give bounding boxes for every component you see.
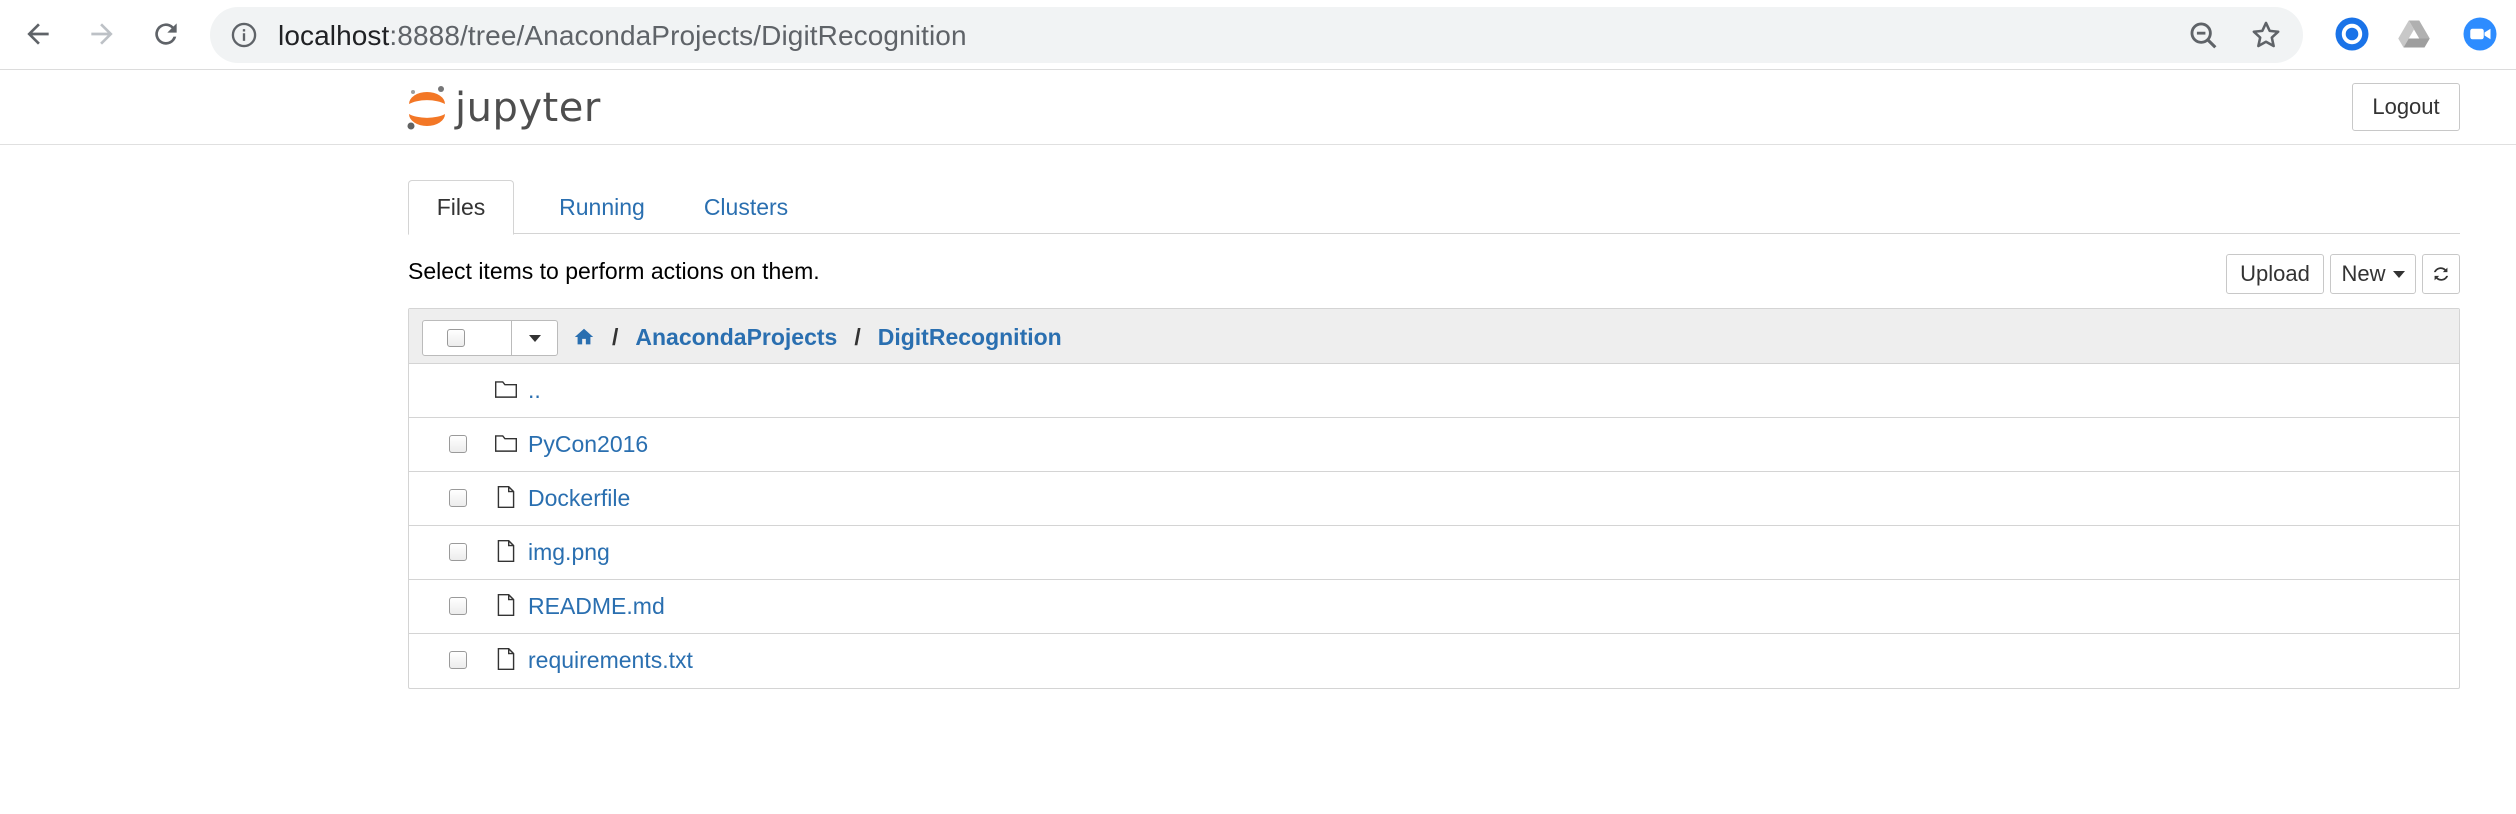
- url-host: localhost: [278, 20, 390, 51]
- address-bar[interactable]: localhost:8888/tree/AnacondaProjects/Dig…: [210, 7, 2303, 63]
- item-checkbox[interactable]: [449, 651, 467, 669]
- item-checkbox[interactable]: [449, 489, 467, 507]
- select-all-checkbox[interactable]: [447, 329, 465, 347]
- list-item[interactable]: README.md: [409, 580, 2459, 634]
- forward-icon[interactable]: [82, 14, 122, 54]
- jupyter-logo-text: jupyter: [455, 85, 601, 131]
- tab-files[interactable]: Files: [408, 180, 514, 235]
- breadcrumb-separator: /: [612, 323, 619, 350]
- list-item[interactable]: requirements.txt: [409, 634, 2459, 688]
- item-name[interactable]: ..: [528, 377, 541, 404]
- jupyter-header: jupyter Logout: [0, 71, 2516, 145]
- breadcrumb-item-digitrecognition[interactable]: DigitRecognition: [878, 324, 1062, 351]
- list-item[interactable]: img.png: [409, 526, 2459, 580]
- item-checkbox[interactable]: [449, 435, 467, 453]
- file-list: / AnacondaProjects / DigitRecognition ..…: [408, 308, 2460, 689]
- logout-button[interactable]: Logout: [2352, 83, 2460, 131]
- chevron-down-icon: [2392, 270, 2405, 278]
- reload-icon[interactable]: [146, 14, 186, 54]
- folder-icon: [495, 381, 517, 398]
- file-icon: [497, 648, 515, 670]
- zoom-video-icon[interactable]: [2462, 16, 2498, 52]
- file-list-header: / AnacondaProjects / DigitRecognition: [409, 309, 2459, 364]
- star-icon[interactable]: [2249, 18, 2283, 52]
- item-name[interactable]: img.png: [528, 539, 610, 566]
- item-name[interactable]: Dockerfile: [528, 485, 630, 512]
- folder-icon: [495, 435, 517, 452]
- breadcrumb-item-anacondaprojects[interactable]: AnacondaProjects: [635, 324, 837, 351]
- item-checkbox[interactable]: [449, 597, 467, 615]
- upload-button[interactable]: Upload: [2226, 254, 2324, 294]
- chevron-down-icon: [529, 334, 541, 342]
- breadcrumb-separator: /: [854, 323, 861, 350]
- url-text[interactable]: localhost:8888/tree/AnacondaProjects/Dig…: [278, 20, 967, 52]
- select-all-group: [422, 320, 558, 356]
- breadcrumb: / AnacondaProjects / DigitRecognition: [573, 322, 1062, 352]
- zoom-icon[interactable]: [2187, 19, 2221, 53]
- new-button-label: New: [2341, 261, 2386, 286]
- browser-toolbar: localhost:8888/tree/AnacondaProjects/Dig…: [0, 0, 2516, 70]
- refresh-icon: [2433, 267, 2449, 281]
- item-checkbox[interactable]: [449, 543, 467, 561]
- item-name[interactable]: requirements.txt: [528, 647, 693, 674]
- back-icon[interactable]: [18, 14, 58, 54]
- item-name[interactable]: README.md: [528, 593, 665, 620]
- refresh-button[interactable]: [2422, 254, 2460, 294]
- extension-circle-icon[interactable]: [2334, 16, 2370, 52]
- google-drive-icon[interactable]: [2396, 16, 2432, 52]
- url-path: :8888/tree/AnacondaProjects/DigitRecogni…: [389, 20, 967, 51]
- list-item-parent[interactable]: ..: [409, 364, 2459, 418]
- tab-clusters[interactable]: Clusters: [684, 180, 808, 235]
- file-icon: [497, 486, 515, 508]
- new-button[interactable]: New: [2330, 254, 2416, 294]
- home-icon[interactable]: [573, 326, 595, 348]
- tab-running[interactable]: Running: [542, 180, 662, 235]
- list-item[interactable]: Dockerfile: [409, 472, 2459, 526]
- file-icon: [497, 540, 515, 562]
- tab-bar: Files Running Clusters: [408, 180, 2460, 235]
- item-name[interactable]: PyCon2016: [528, 431, 648, 458]
- jupyter-logo[interactable]: jupyter: [405, 79, 601, 137]
- instructions-text: Select items to perform actions on them.: [408, 258, 820, 284]
- jupyter-logo-icon: [407, 86, 445, 130]
- list-item[interactable]: PyCon2016: [409, 418, 2459, 472]
- info-icon[interactable]: [230, 21, 258, 49]
- file-icon: [497, 594, 515, 616]
- select-dropdown-button[interactable]: [512, 321, 558, 355]
